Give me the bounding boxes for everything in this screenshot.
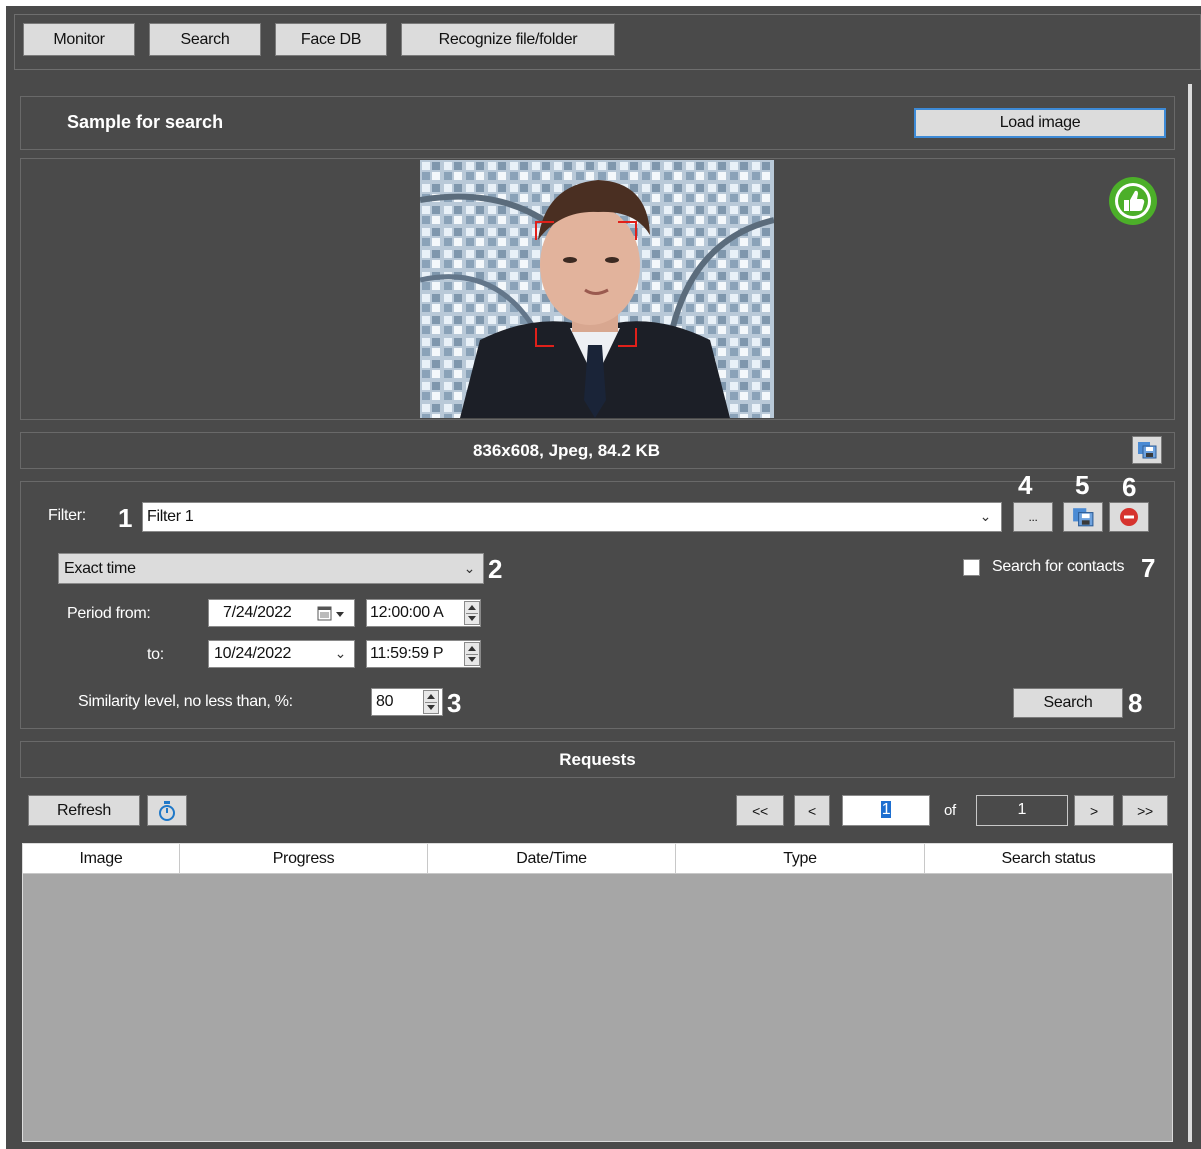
callout-6: 6 — [1122, 472, 1137, 502]
search-contacts-label: Search for contacts — [992, 558, 1125, 575]
time-mode-select[interactable]: Exact time ⌄ — [58, 553, 484, 584]
calendar-icon[interactable] — [316, 606, 350, 622]
similarity-label: Similarity level, no less than, %: — [78, 693, 293, 710]
date-to-picker[interactable]: 10/24/2022 ⌄ — [208, 640, 355, 668]
image-info-text: 836x608, Jpeg, 84.2 KB — [472, 441, 661, 460]
save-icon — [1138, 442, 1157, 459]
save-icon — [1073, 508, 1094, 527]
filter-label: Filter: — [48, 507, 86, 524]
time-to-value: 11:59:59 P — [370, 645, 444, 662]
page-input-value: 1 — [880, 801, 892, 818]
callout-8: 8 — [1128, 688, 1143, 718]
tab-recognize-file[interactable]: Recognize file/folder — [401, 23, 615, 56]
save-filter-button[interactable] — [1063, 502, 1103, 532]
filter-select[interactable]: Filter 1 ⌄ — [142, 502, 1002, 532]
column-datetime[interactable]: Date/Time — [428, 844, 676, 874]
time-to-spinner[interactable] — [464, 642, 480, 666]
date-from-value: 7/24/2022 — [223, 604, 292, 621]
search-button[interactable]: Search — [1013, 688, 1123, 718]
column-image[interactable]: Image — [23, 844, 180, 874]
similarity-spinner[interactable] — [423, 690, 439, 714]
callout-2: 2 — [488, 554, 503, 584]
tab-search[interactable]: Search — [149, 23, 261, 56]
search-contacts-checkbox[interactable] — [963, 559, 980, 576]
callout-1: 1 — [118, 503, 133, 533]
total-pages: 1 — [976, 795, 1068, 826]
save-sample-button[interactable] — [1132, 436, 1162, 464]
requests-title: Requests — [559, 750, 636, 769]
period-from-label: Period from: — [67, 605, 151, 622]
sample-title: Sample for search — [67, 112, 224, 132]
remove-filter-button[interactable] — [1109, 502, 1149, 532]
time-mode-value: Exact time — [64, 560, 136, 577]
column-progress[interactable]: Progress — [180, 844, 428, 874]
auto-refresh-button[interactable] — [147, 795, 187, 826]
date-to-value: 10/24/2022 — [214, 645, 292, 662]
next-page-button[interactable]: > — [1074, 795, 1114, 826]
prev-page-button[interactable]: < — [794, 795, 830, 826]
filter-more-button[interactable]: ... — [1013, 502, 1053, 532]
table-header: Image Progress Date/Time Type Search sta… — [23, 844, 1172, 874]
page-input[interactable]: 1 — [842, 795, 930, 826]
filter-select-value: Filter 1 — [147, 508, 194, 525]
callout-5: 5 — [1075, 470, 1090, 500]
remove-icon — [1120, 508, 1138, 526]
tab-face-db[interactable]: Face DB — [275, 23, 387, 56]
to-label: to: — [147, 646, 164, 663]
callout-7: 7 — [1141, 553, 1156, 583]
requests-table[interactable]: Image Progress Date/Time Type Search sta… — [22, 843, 1173, 1142]
thumbs-up-icon — [1108, 176, 1158, 226]
of-label: of — [944, 802, 956, 819]
vertical-scrollbar[interactable] — [1188, 84, 1192, 1142]
time-from-value: 12:00:00 A — [370, 604, 444, 621]
callout-3: 3 — [447, 688, 462, 718]
date-from-picker[interactable]: 7/24/2022 — [208, 599, 355, 627]
column-type[interactable]: Type — [676, 844, 925, 874]
refresh-button[interactable]: Refresh — [28, 795, 140, 826]
chevron-down-icon[interactable]: ⌄ — [335, 645, 347, 662]
last-page-button[interactable]: >> — [1122, 795, 1168, 826]
callout-4: 4 — [1018, 470, 1033, 500]
chevron-down-icon: ⌄ — [463, 560, 476, 576]
chevron-down-icon: ⌄ — [979, 508, 992, 524]
similarity-value: 80 — [376, 693, 394, 710]
time-from-spinner[interactable] — [464, 601, 480, 625]
tab-monitor[interactable]: Monitor — [23, 23, 135, 56]
load-image-button[interactable]: Load image — [914, 108, 1166, 138]
first-page-button[interactable]: << — [736, 795, 784, 826]
sample-photo — [420, 160, 774, 418]
column-search-status[interactable]: Search status — [925, 844, 1172, 874]
timer-icon — [159, 800, 175, 821]
